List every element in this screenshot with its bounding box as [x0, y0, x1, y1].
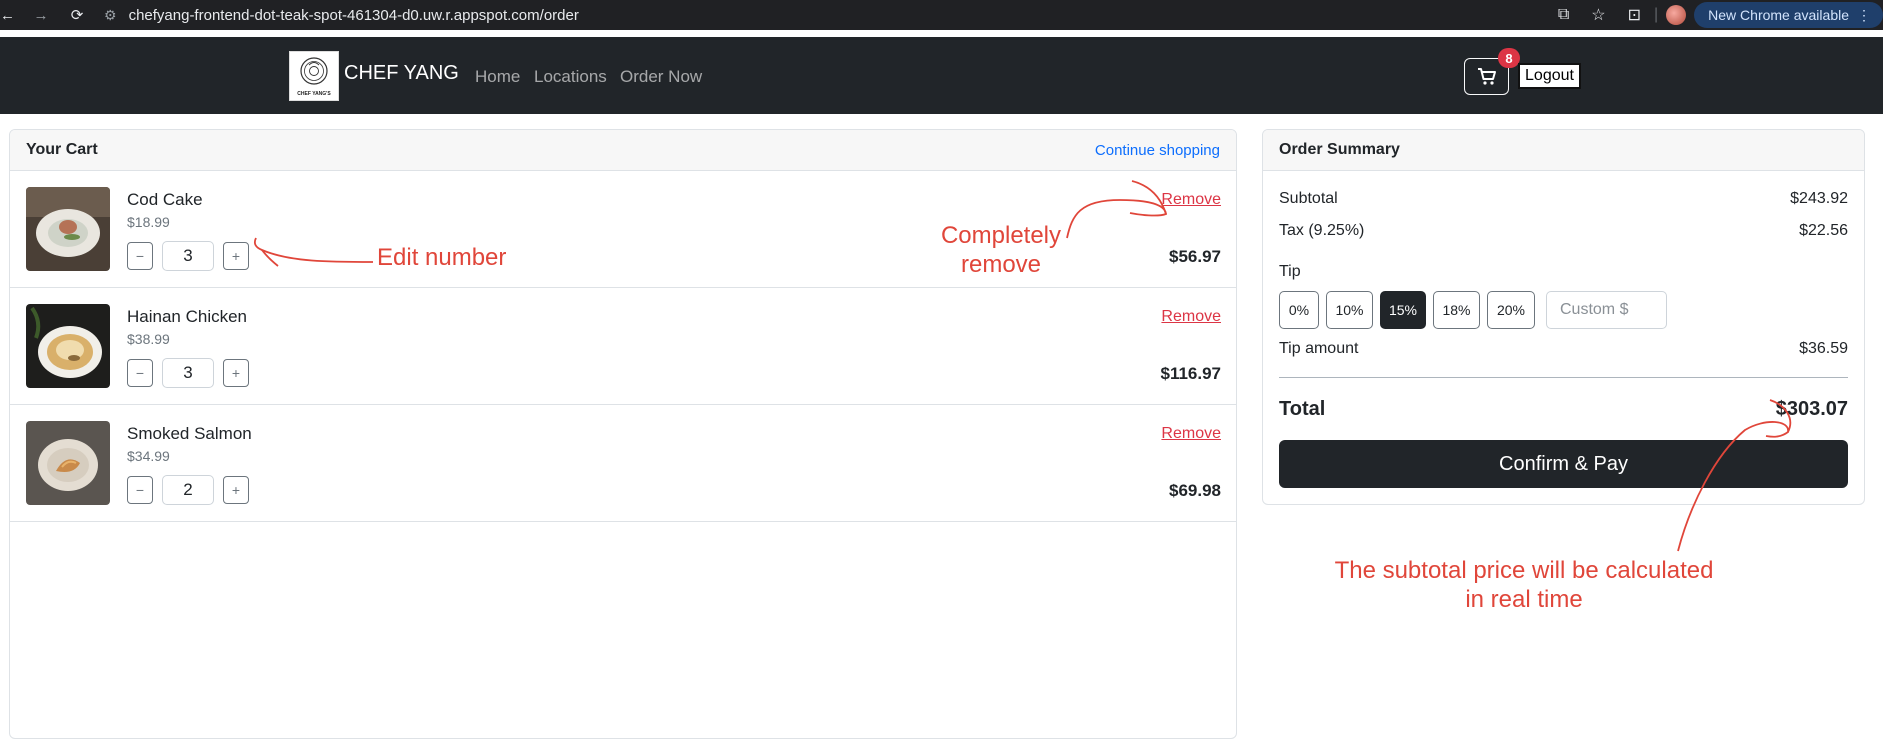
nav-order-now[interactable]: Order Now — [620, 67, 702, 87]
annotation-subtotal-line2: in real time — [1465, 586, 1583, 613]
annotation-remove-line2: remove — [960, 251, 1042, 278]
cart-count-badge: 8 — [1498, 48, 1520, 68]
browser-toolbar: ← → ⟳ ⚙ chefyang-frontend-dot-teak-spot-… — [0, 0, 1883, 30]
chrome-update-label: New Chrome available — [1708, 7, 1849, 23]
tip-option-0[interactable]: 0% — [1279, 291, 1319, 329]
custom-tip-input[interactable]: Custom $ — [1546, 291, 1667, 329]
quantity-input[interactable]: 3 — [162, 241, 214, 271]
smoked-salmon-image — [26, 421, 110, 505]
item-line-total: $56.97 — [1169, 247, 1221, 266]
order-summary-card: Order Summary Subtotal $243.92 Tax (9.25… — [1262, 129, 1865, 505]
confirm-pay-button[interactable]: Confirm & Pay — [1279, 440, 1848, 488]
cart-title: Your Cart — [26, 141, 98, 158]
site-navbar: CHEF YANG'S CHEF YANG Home Locations Ord… — [0, 37, 1883, 114]
subtotal-row: Subtotal $243.92 — [1279, 190, 1848, 208]
back-arrow-icon[interactable]: ← — [0, 7, 15, 24]
nav-locations[interactable]: Locations — [534, 67, 607, 87]
cart-item: Hainan Chicken $38.99 − 3 + Remove $116.… — [10, 288, 1236, 405]
item-unit-price: $18.99 — [127, 214, 170, 230]
summary-divider — [1279, 377, 1848, 378]
summary-header: Order Summary — [1263, 130, 1864, 171]
tab-search-icon[interactable]: ⊡ — [1628, 5, 1641, 25]
total-label: Total — [1279, 398, 1326, 420]
remove-item-link[interactable]: Remove — [1161, 191, 1221, 209]
quantity-stepper: − 3 + — [127, 241, 249, 271]
decrease-quantity-button[interactable]: − — [127, 476, 153, 504]
increase-quantity-button[interactable]: + — [223, 242, 249, 270]
quantity-input[interactable]: 3 — [162, 358, 214, 388]
increase-quantity-button[interactable]: + — [223, 359, 249, 387]
item-name: Smoked Salmon — [127, 424, 252, 443]
total-value: $303.07 — [1775, 398, 1848, 420]
profile-avatar[interactable] — [1666, 5, 1687, 25]
tip-amount-row: Tip amount $36.59 — [1279, 340, 1848, 358]
toolbar-divider: | — [1654, 6, 1659, 23]
tip-amount-value: $36.59 — [1799, 340, 1848, 357]
install-app-icon[interactable]: ⧉ — [1558, 6, 1569, 24]
tax-row: Tax (9.25%) $22.56 — [1279, 222, 1848, 240]
decrease-quantity-button[interactable]: − — [127, 242, 153, 270]
forward-arrow-icon[interactable]: → — [28, 7, 54, 24]
item-name: Cod Cake — [127, 190, 203, 209]
annotation-remove: Completely remove — [930, 221, 1072, 279]
item-line-total: $69.98 — [1169, 481, 1221, 500]
tip-option-10[interactable]: 10% — [1326, 291, 1373, 329]
quantity-stepper: − 3 + — [127, 358, 249, 388]
address-bar[interactable]: ⚙ chefyang-frontend-dot-teak-spot-461304… — [104, 2, 579, 28]
logo-caption: CHEF YANG'S — [297, 91, 331, 97]
subtotal-label: Subtotal — [1279, 190, 1338, 207]
tax-label: Tax (9.25%) — [1279, 222, 1365, 239]
decrease-quantity-button[interactable]: − — [127, 359, 153, 387]
remove-item-link[interactable]: Remove — [1161, 308, 1221, 326]
chrome-update-button[interactable]: New Chrome available ⋮ — [1694, 2, 1883, 28]
annotation-edit-number: Edit number — [377, 244, 507, 271]
logout-button[interactable]: Logout — [1518, 63, 1581, 89]
annotation-remove-line1: Completely — [940, 222, 1062, 249]
annotation-subtotal-line1: The subtotal price will be calculated — [1334, 557, 1714, 584]
item-unit-price: $38.99 — [127, 331, 170, 347]
quantity-input[interactable]: 2 — [162, 475, 214, 505]
tax-value: $22.56 — [1799, 222, 1848, 239]
brand-name[interactable]: CHEF YANG — [344, 62, 459, 85]
site-settings-icon[interactable]: ⚙ — [104, 7, 117, 24]
hainan-chicken-image — [26, 304, 110, 388]
item-unit-price: $34.99 — [127, 448, 170, 464]
item-name: Hainan Chicken — [127, 307, 248, 326]
cart-item: Smoked Salmon $34.99 − 2 + Remove $69.98 — [10, 405, 1236, 522]
remove-item-link[interactable]: Remove — [1161, 425, 1221, 443]
summary-title: Order Summary — [1279, 141, 1400, 158]
tip-option-18[interactable]: 18% — [1433, 291, 1480, 329]
reload-icon[interactable]: ⟳ — [64, 6, 90, 24]
tip-amount-label: Tip amount — [1279, 340, 1359, 357]
tip-options: 0% 10% 15% 18% 20% Custom $ — [1279, 291, 1667, 329]
tip-option-15[interactable]: 15% — [1380, 291, 1426, 329]
nav-home[interactable]: Home — [475, 67, 520, 87]
continue-shopping-link[interactable]: Continue shopping — [1095, 142, 1220, 159]
annotation-subtotal: The subtotal price will be calculated in… — [1316, 556, 1732, 614]
total-row: Total $303.07 — [1279, 398, 1848, 421]
url-text[interactable]: chefyang-frontend-dot-teak-spot-461304-d… — [129, 7, 579, 24]
cod-cake-image — [26, 187, 110, 271]
more-menu-icon[interactable]: ⋮ — [1857, 7, 1871, 24]
cart-icon — [1477, 67, 1496, 85]
subtotal-value: $243.92 — [1790, 190, 1848, 207]
cart-header: Your Cart Continue shopping — [10, 130, 1236, 171]
brand-logo[interactable]: CHEF YANG'S — [289, 51, 339, 101]
bookmark-star-icon[interactable]: ☆ — [1591, 5, 1605, 25]
increase-quantity-button[interactable]: + — [223, 476, 249, 504]
tip-label: Tip — [1279, 263, 1301, 280]
tip-option-20[interactable]: 20% — [1487, 291, 1535, 329]
item-line-total: $116.97 — [1160, 364, 1221, 383]
quantity-stepper: − 2 + — [127, 475, 249, 505]
